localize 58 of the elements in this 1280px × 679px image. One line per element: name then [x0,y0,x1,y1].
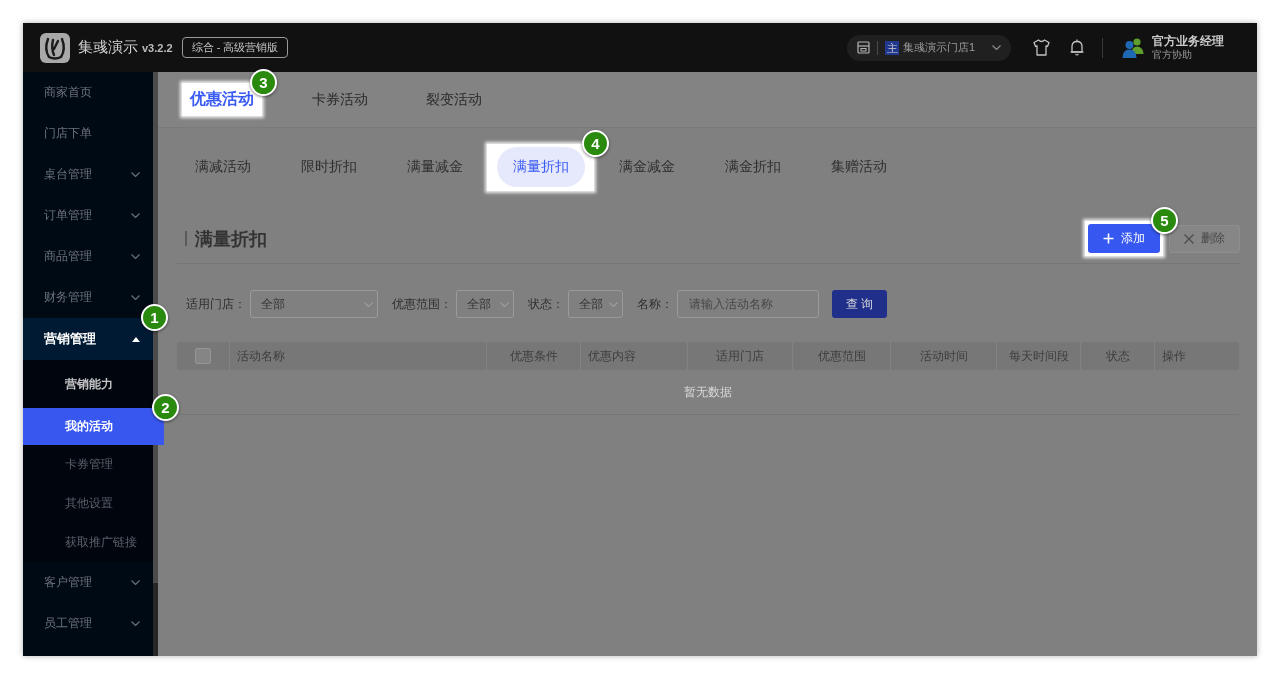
section-title: 满量折扣 [195,227,267,251]
plus-icon [1103,233,1114,244]
chevron-down-icon [131,254,140,259]
dropdown-field[interactable]: 全部 [250,290,378,318]
query-button[interactable]: 查 询 [832,290,887,318]
brand-name: 集彧演示 [78,38,138,57]
tab[interactable]: 卡券活动 [304,83,376,116]
filter-label: 优惠范围： [392,295,452,313]
shirt-icon [1033,39,1050,56]
filter-label: 状态： [528,295,564,313]
submenu-item[interactable]: 获取推广链接 [23,523,153,562]
sidebar-item[interactable]: 商家首页 [23,72,153,113]
tab[interactable]: 限时折扣 [285,147,373,187]
submenu-item[interactable]: 卡券管理 [23,445,153,484]
user-name: 官方业务经理 [1152,34,1224,49]
chevron-down-icon [131,580,140,585]
store-selector[interactable]: 主 集彧演示门店1 [847,34,1011,61]
user-group-icon [1122,37,1144,58]
sidebar-group[interactable]: 桌台管理 [23,154,153,195]
empty-message: 暂无数据 [684,383,732,401]
filter-label: 名称： [637,295,673,313]
edition-tag: 综合 - 高级营销版 [181,37,289,58]
tab[interactable]: 满量减金 [391,147,479,187]
sidebar-group[interactable]: 客户管理 [23,562,153,603]
select-all-checkbox[interactable] [195,348,211,364]
chevron-down-icon [131,172,140,177]
chevron-down-icon [131,295,140,300]
chevron-down-icon [609,301,618,307]
tab[interactable]: 满量折扣 [497,147,585,187]
tab[interactable]: 集赠活动 [815,147,903,187]
sidebar-group[interactable]: 商品管理 [23,236,153,277]
dropdown-field[interactable]: 全部 [456,290,514,318]
tab[interactable]: 满金折扣 [709,147,797,187]
dropdown-field[interactable]: 全部 [568,290,623,318]
close-icon [1184,233,1194,244]
sidebar-group[interactable]: 员工管理 [23,603,153,644]
store-name: 集彧演示门店1 [903,40,976,55]
caret-up-icon [132,336,140,342]
logo-icon [40,32,70,63]
store-icon [857,41,870,54]
tab[interactable]: 满减活动 [179,147,267,187]
version-label: v3.2.2 [142,42,173,54]
bell-icon [1070,39,1084,56]
chevron-down-icon [131,213,140,218]
submenu-item[interactable]: 营销能力 [23,360,153,408]
sidebar-group[interactable]: 订单管理 [23,195,153,236]
add-button[interactable]: 添加 [1088,224,1160,253]
chevron-down-icon [992,45,1001,50]
chevron-down-icon [500,301,509,307]
main-store-tag: 主 [885,40,899,55]
user-role: 官方协助 [1152,48,1193,61]
submenu-item[interactable]: 其他设置 [23,484,153,523]
filter-label: 适用门店： [186,295,246,313]
sidebar-item[interactable]: 门店下单 [23,113,153,154]
title-accent-bar [185,231,187,246]
tab[interactable]: 裂变活动 [418,83,490,116]
chevron-down-icon [131,621,140,626]
chevron-down-icon [364,301,373,307]
